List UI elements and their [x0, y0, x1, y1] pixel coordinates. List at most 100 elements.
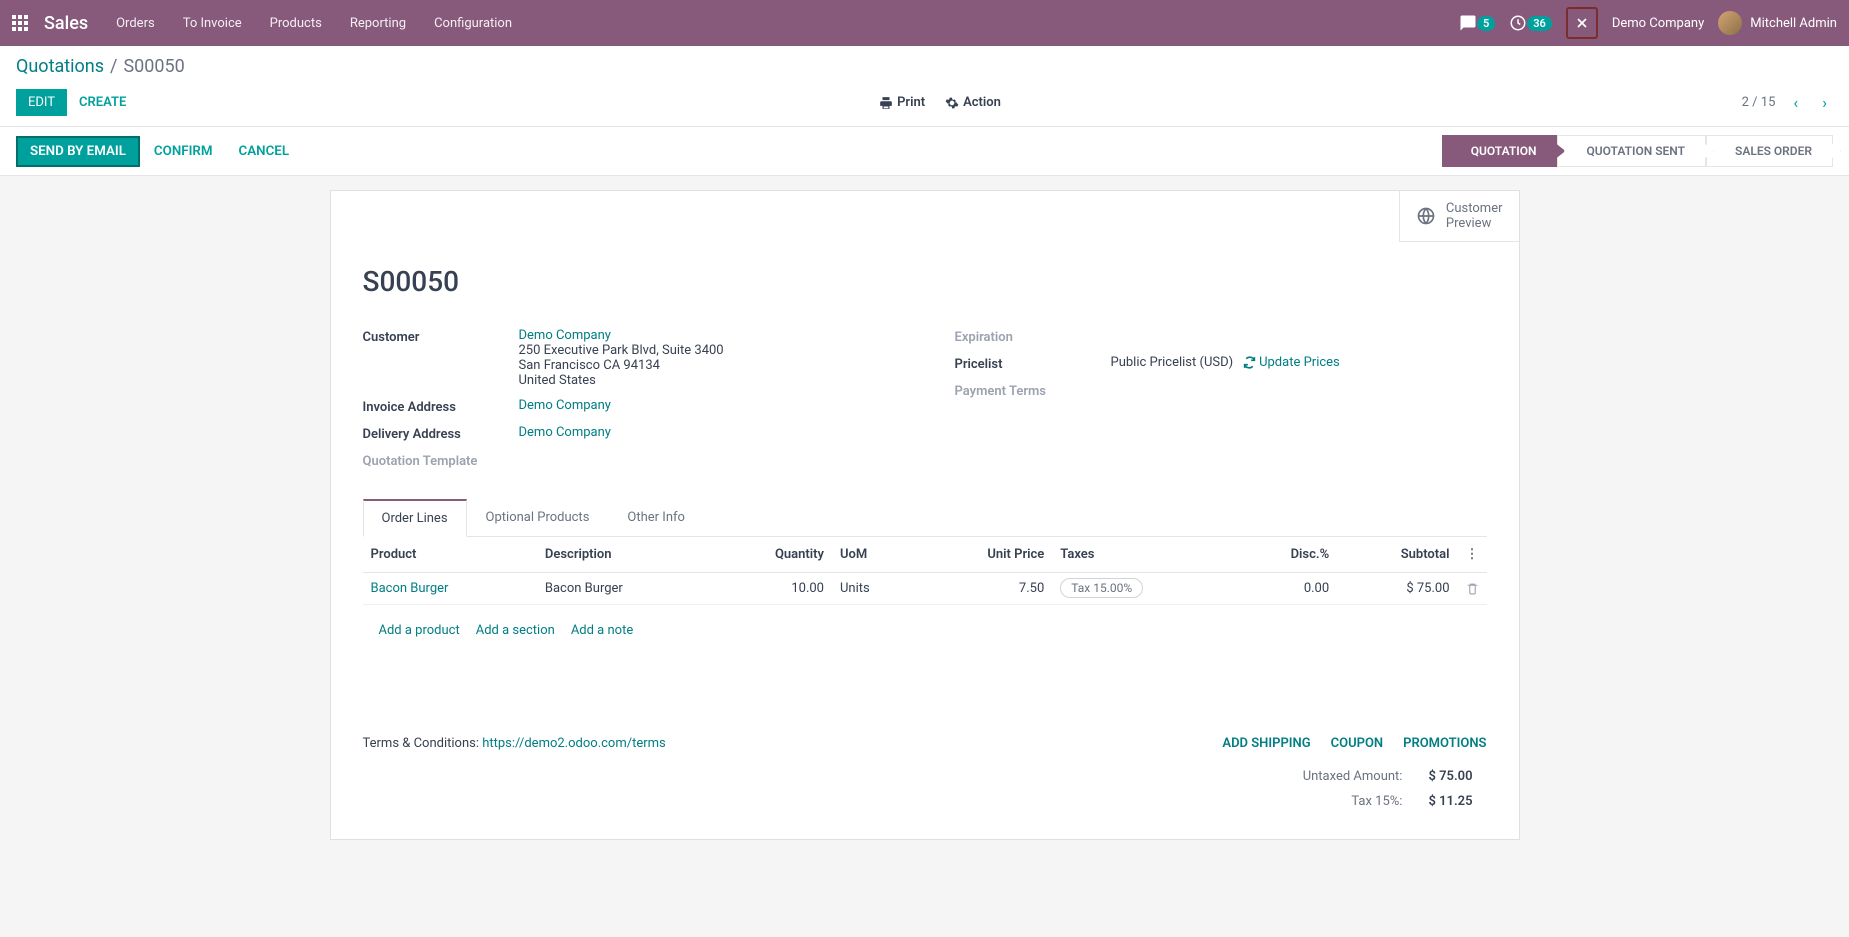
invoice-addr-label: Invoice Address — [363, 398, 519, 415]
breadcrumb-sep: / — [110, 56, 117, 77]
tax-label: Tax 15%: — [1291, 790, 1415, 813]
update-prices-button[interactable]: Update Prices — [1243, 355, 1340, 370]
th-disc[interactable]: Disc.% — [1236, 537, 1337, 573]
customer-link[interactable]: Demo Company — [519, 328, 895, 343]
messages-badge: 5 — [1477, 16, 1495, 31]
add-product-link[interactable]: Add a product — [379, 623, 460, 638]
confirm-button[interactable]: CONFIRM — [142, 136, 225, 167]
print-button[interactable]: Print — [879, 95, 925, 110]
pager-prev[interactable]: ‹ — [1787, 93, 1804, 112]
nav-orders[interactable]: Orders — [116, 16, 155, 31]
tab-optional-products[interactable]: Optional Products — [467, 499, 609, 536]
status-quotation-sent[interactable]: QUOTATION SENT — [1557, 135, 1706, 167]
chat-icon — [1459, 14, 1477, 32]
delete-row-icon[interactable] — [1466, 582, 1479, 595]
th-qty[interactable]: Quantity — [711, 537, 832, 573]
status-sales-order[interactable]: SALES ORDER — [1706, 135, 1833, 167]
pricelist-label: Pricelist — [955, 355, 1111, 372]
nav-to-invoice[interactable]: To Invoice — [183, 16, 242, 31]
avatar — [1718, 11, 1742, 35]
delivery-addr-link[interactable]: Demo Company — [519, 425, 611, 440]
cell-uom: Units — [832, 573, 917, 605]
terms-link[interactable]: https://demo2.odoo.com/terms — [482, 736, 666, 751]
trash-icon — [1466, 582, 1479, 595]
debug-close-button[interactable] — [1566, 7, 1598, 39]
order-lines-table: Product Description Quantity UoM Unit Pr… — [363, 537, 1487, 656]
pager-text: 2 / 15 — [1742, 95, 1776, 110]
payment-terms-label: Payment Terms — [955, 382, 1111, 399]
app-title[interactable]: Sales — [44, 13, 88, 34]
print-icon — [879, 96, 893, 110]
th-subtotal[interactable]: Subtotal — [1337, 537, 1457, 573]
invoice-addr-link[interactable]: Demo Company — [519, 398, 611, 413]
template-label: Quotation Template — [363, 452, 519, 469]
pricelist-value: Public Pricelist (USD) — [1111, 355, 1234, 370]
cell-desc: Bacon Burger — [537, 573, 711, 605]
th-price[interactable]: Unit Price — [917, 537, 1052, 573]
tax-value: $ 11.25 — [1416, 790, 1484, 813]
untaxed-value: $ 75.00 — [1416, 765, 1484, 788]
customer-label: Customer — [363, 328, 519, 345]
messages-button[interactable]: 5 — [1459, 14, 1495, 32]
th-product[interactable]: Product — [363, 537, 537, 573]
terms-conditions: Terms & Conditions: https://demo2.odoo.c… — [363, 736, 666, 751]
coupon-button[interactable]: COUPON — [1331, 736, 1384, 751]
addr-line-2: San Francisco CA 94134 — [519, 358, 895, 373]
pager: 2 / 15 ‹ › — [1742, 93, 1833, 112]
nav-products[interactable]: Products — [270, 16, 322, 31]
send-email-button[interactable]: SEND BY EMAIL — [16, 136, 140, 167]
apps-icon[interactable] — [12, 15, 28, 31]
edit-button[interactable]: EDIT — [16, 89, 67, 116]
expiration-label: Expiration — [955, 328, 1111, 345]
cancel-button[interactable]: CANCEL — [227, 136, 301, 167]
add-note-link[interactable]: Add a note — [571, 623, 633, 638]
activities-badge: 36 — [1527, 16, 1552, 31]
nav-configuration[interactable]: Configuration — [434, 16, 512, 31]
form-sheet: Customer Preview S00050 Customer Demo Co… — [330, 190, 1520, 840]
nav-right: 5 36 Demo Company Mitchell Admin — [1459, 7, 1837, 39]
table-row[interactable]: Bacon Burger Bacon Burger 10.00 Units 7.… — [363, 573, 1487, 605]
addr-line-3: United States — [519, 373, 895, 388]
promotions-button[interactable]: PROMOTIONS — [1403, 736, 1486, 751]
user-menu[interactable]: Mitchell Admin — [1718, 11, 1837, 35]
cell-qty: 10.00 — [711, 573, 832, 605]
addr-line-1: 250 Executive Park Blvd, Suite 3400 — [519, 343, 895, 358]
statusbar: SEND BY EMAIL CONFIRM CANCEL QUOTATION Q… — [0, 127, 1849, 176]
cell-subtotal: $ 75.00 — [1337, 573, 1457, 605]
action-button[interactable]: Action — [945, 95, 1001, 110]
th-uom[interactable]: UoM — [832, 537, 917, 573]
nav-menu: Orders To Invoice Products Reporting Con… — [116, 16, 512, 31]
breadcrumb-current: S00050 — [123, 56, 184, 77]
main-navbar: Sales Orders To Invoice Products Reporti… — [0, 0, 1849, 46]
breadcrumb-parent[interactable]: Quotations — [16, 56, 104, 77]
add-section-link[interactable]: Add a section — [476, 623, 555, 638]
refresh-icon — [1243, 356, 1256, 369]
nav-reporting[interactable]: Reporting — [350, 16, 406, 31]
user-name: Mitchell Admin — [1750, 16, 1837, 31]
tab-other-info[interactable]: Other Info — [608, 499, 704, 536]
company-switcher[interactable]: Demo Company — [1612, 16, 1704, 31]
activities-button[interactable]: 36 — [1509, 14, 1552, 32]
pager-next[interactable]: › — [1816, 93, 1833, 112]
notebook-tabs: Order Lines Optional Products Other Info — [363, 499, 1487, 537]
add-shipping-button[interactable]: ADD SHIPPING — [1222, 736, 1310, 751]
globe-icon — [1416, 206, 1436, 226]
gear-icon — [945, 96, 959, 110]
cell-price: 7.50 — [917, 573, 1052, 605]
status-quotation[interactable]: QUOTATION — [1442, 135, 1558, 167]
record-name: S00050 — [363, 265, 1487, 298]
breadcrumb: Quotations / S00050 — [16, 56, 1833, 77]
tab-order-lines[interactable]: Order Lines — [363, 499, 467, 537]
untaxed-label: Untaxed Amount: — [1291, 765, 1415, 788]
close-icon — [1575, 16, 1589, 30]
control-panel: Quotations / S00050 EDIT CREATE Print Ac… — [0, 46, 1849, 127]
th-taxes[interactable]: Taxes — [1052, 537, 1236, 573]
create-button[interactable]: CREATE — [67, 89, 138, 116]
cell-disc: 0.00 — [1236, 573, 1337, 605]
kebab-icon[interactable]: ⋮ — [1466, 547, 1479, 562]
cell-product[interactable]: Bacon Burger — [371, 581, 449, 596]
delivery-addr-label: Delivery Address — [363, 425, 519, 442]
th-desc[interactable]: Description — [537, 537, 711, 573]
customer-preview-button[interactable]: Customer Preview — [1399, 191, 1519, 242]
cell-tax: Tax 15.00% — [1060, 578, 1143, 598]
